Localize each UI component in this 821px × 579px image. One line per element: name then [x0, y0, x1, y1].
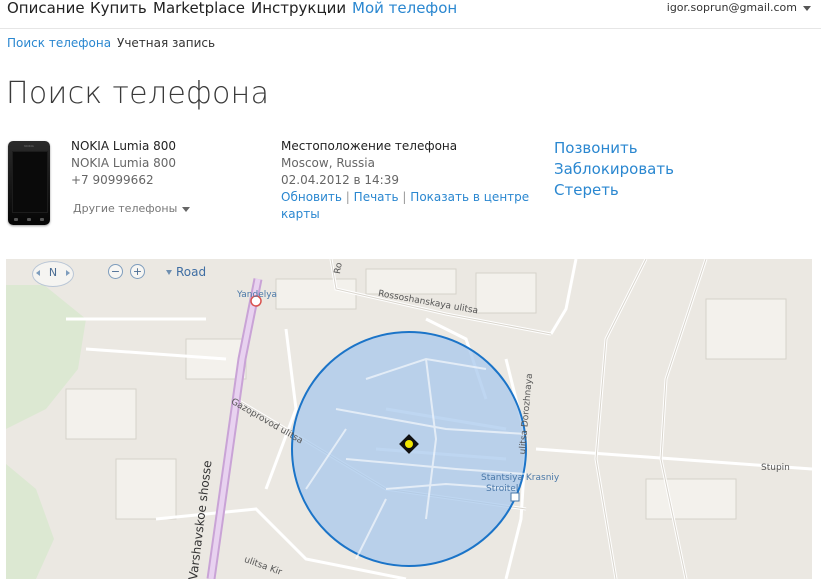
location-heading: Местоположение телефона: [281, 139, 458, 153]
call-button[interactable]: Позвонить: [554, 139, 638, 158]
other-phones-dropdown[interactable]: Другие телефоны: [73, 200, 191, 217]
location-datetime: 02.04.2012 в 14:39: [281, 173, 399, 187]
map-label-yandelya: Yandelya: [237, 290, 278, 300]
location-links: Обновить | Печать | Показать в центре: [281, 190, 530, 204]
top-navigation: Описание Купить Marketplace Инструкции М…: [0, 0, 821, 29]
map-label-ro: Ro: [333, 261, 345, 275]
nav-item-marketplace[interactable]: Marketplace: [153, 0, 245, 17]
zoom-out-button[interactable]: −: [108, 264, 123, 279]
phone-brand-mark: NOKIA: [24, 144, 34, 148]
phone-number: +7 90999662: [71, 173, 154, 187]
nav-item-my-phone[interactable]: Мой телефон: [352, 0, 457, 17]
phone-image: NOKIA: [8, 141, 50, 225]
chevron-down-icon: [166, 270, 172, 275]
lock-button[interactable]: Заблокировать: [554, 160, 674, 179]
page-title: Поиск телефона: [6, 76, 270, 111]
refresh-link[interactable]: Обновить: [281, 190, 342, 204]
chevron-down-icon: [182, 206, 191, 212]
map-label-stantsiya: Stantsiya Krasniy: [481, 473, 560, 483]
location-place: Moscow, Russia: [281, 156, 375, 170]
other-phones-label: Другие телефоны: [73, 202, 178, 215]
map-canvas: [6, 259, 812, 579]
map-style-dropdown[interactable]: Road: [166, 265, 206, 279]
print-link[interactable]: Печать: [354, 190, 399, 204]
map-compass[interactable]: N: [32, 261, 74, 287]
phone-model: NOKIA Lumia 800: [71, 139, 177, 153]
account-email: igor.soprun@gmail.com: [666, 1, 797, 14]
map[interactable]: Rossoshanskaya ulitsa Gazoprovod ulitsa …: [6, 259, 812, 579]
nav-item-buy[interactable]: Купить: [90, 0, 147, 17]
nav-item-description[interactable]: Описание: [7, 0, 85, 17]
nav-item-instructions[interactable]: Инструкции: [251, 0, 346, 17]
zoom-in-button[interactable]: +: [130, 264, 145, 279]
map-label-stroitel: Stroitel': [486, 484, 521, 494]
breadcrumb-account[interactable]: Учетная запись: [117, 36, 215, 50]
breadcrumb-find-phone[interactable]: Поиск телефона: [7, 36, 111, 50]
chevron-down-icon: [803, 5, 811, 11]
account-menu[interactable]: igor.soprun@gmail.com: [667, 1, 811, 14]
pan-left-icon[interactable]: [36, 270, 40, 276]
center-map-link[interactable]: Показать в центре: [410, 190, 529, 204]
center-map-link-cont: карты: [281, 206, 320, 223]
phone-model-secondary: NOKIA Lumia 800: [71, 156, 177, 170]
center-map-link-2[interactable]: карты: [281, 207, 320, 221]
map-style-label: Road: [176, 265, 207, 279]
erase-button[interactable]: Стереть: [554, 181, 619, 200]
pan-right-icon[interactable]: [66, 270, 70, 276]
map-label-stupino: Stupin: [761, 463, 790, 473]
